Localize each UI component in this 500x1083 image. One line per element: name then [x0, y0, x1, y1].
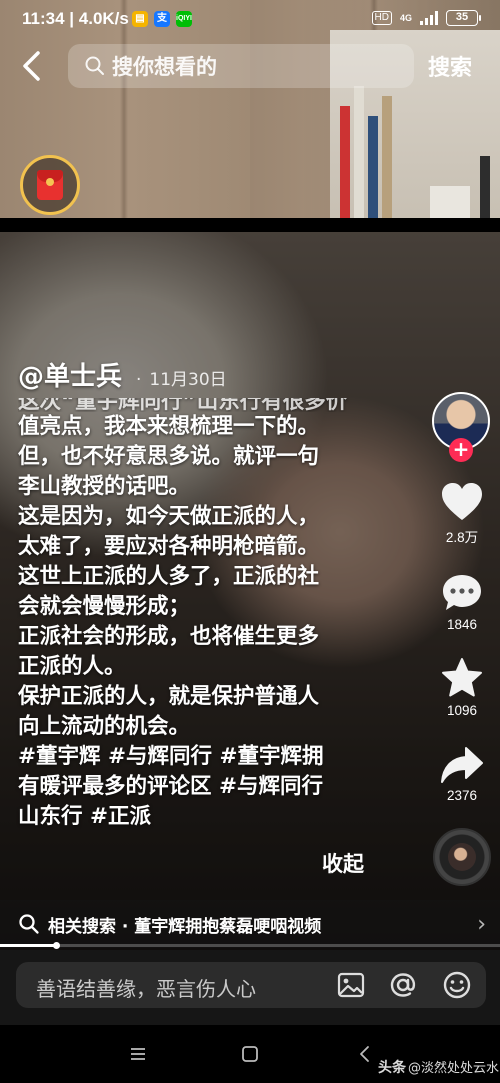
status-bar: 11:34 | 4.0K/s ▤ 支 iQIYI HD 4G 35	[0, 0, 500, 38]
video-caption[interactable]: 这次“董宇辉同行”山东行有很多价 值亮点，我本来想梳理一下的。 但，也不好意思多…	[18, 398, 398, 832]
like-button[interactable]: 2.8万	[432, 482, 492, 546]
related-search-text: 相关搜索 · 董宇辉拥抱蔡磊哽咽视频	[48, 916, 322, 937]
star-icon	[442, 658, 482, 697]
caption-line: 太难了，要应对各种明枪暗箭。	[18, 534, 320, 559]
caption-line: 这次“董宇辉同行”山东行有很多价	[18, 398, 348, 412]
caption-line: 会就会慢慢形成；	[18, 594, 191, 619]
alipay-icon: 支	[154, 11, 170, 27]
caption-hashtags[interactable]: 山东行 #正派	[18, 802, 398, 832]
heart-icon	[442, 483, 482, 520]
mention-icon[interactable]	[388, 970, 418, 1000]
video-progress-bar[interactable]	[0, 942, 500, 949]
follow-button[interactable]: +	[449, 438, 473, 462]
hd-badge: HD	[371, 11, 392, 25]
caption-line: 这世上正派的人多了，正派的社	[18, 564, 320, 589]
video-divider	[0, 218, 500, 226]
status-separator: |	[69, 9, 79, 28]
watermark-brand: 头条	[378, 1060, 406, 1076]
author-row: @单士兵 11月30日	[18, 356, 227, 393]
watermark: 头条@淡然处处云水间L	[378, 1057, 500, 1077]
battery-level: 35	[455, 11, 469, 23]
caption-line: 李山教授的话吧。	[18, 474, 191, 499]
music-cover-image	[448, 843, 476, 871]
like-count: 2.8万	[445, 530, 479, 545]
favorite-count: 1096	[446, 703, 478, 718]
chevron-left-icon	[23, 51, 40, 81]
search-placeholder: 搜你想看的	[112, 55, 217, 79]
caption-line: 正派社会的形成，也将催生更多	[18, 624, 320, 649]
comment-input[interactable]: 善语结善缘，恶言伤人心	[16, 962, 486, 1008]
share-button[interactable]: 2376	[432, 746, 492, 803]
battery-icon: 35	[446, 10, 481, 26]
network-type: 4G	[399, 13, 412, 23]
caption-hashtags[interactable]: 有暖评最多的评论区 #与辉同行	[18, 772, 398, 802]
chevron-right-icon: ›	[477, 912, 486, 937]
comment-button[interactable]: 1846	[432, 573, 492, 632]
comment-icon	[443, 575, 481, 610]
status-right: HD 4G 35	[371, 10, 481, 26]
music-disc-button[interactable]	[433, 828, 491, 886]
comment-bar: 善语结善缘，恶言伤人心	[0, 950, 500, 1025]
notification-icons: ▤ 支 iQIYI	[132, 11, 192, 27]
search-button[interactable]: 搜索	[428, 50, 472, 82]
network-speed: 4.0K/s	[78, 9, 129, 28]
back-button[interactable]	[16, 48, 50, 84]
caption-line: 保护正派的人，就是保护普通人	[18, 684, 320, 709]
search-icon	[19, 914, 39, 934]
collapse-caption-button[interactable]: 收起	[322, 848, 364, 878]
caption-line: 但，也不好意思多说。就评一句	[18, 444, 320, 469]
search-icon	[85, 56, 104, 75]
nav-back-icon[interactable]	[355, 1044, 375, 1064]
caption-line: 这是因为，如今天做正派的人，	[18, 504, 320, 529]
share-count: 2376	[446, 788, 478, 803]
caption-line: 值亮点，我本来想梳理一下的。	[18, 414, 320, 439]
signal-icon	[420, 11, 438, 25]
caption-line: 向上流动的机会。	[18, 714, 191, 739]
red-packet-button[interactable]	[20, 155, 80, 215]
status-time-speed: 11:34 | 4.0K/s	[22, 9, 129, 29]
caption-line: 正派的人。	[18, 654, 126, 679]
caption-hashtags[interactable]: #董宇辉 #与辉同行 #董宇辉拥	[18, 742, 398, 772]
progress-fill	[0, 944, 57, 947]
menu-icon[interactable]	[128, 1044, 148, 1064]
image-icon[interactable]	[336, 970, 366, 1000]
author-name[interactable]: @单士兵	[18, 356, 122, 393]
post-date: 11月30日	[136, 365, 226, 390]
favorite-button[interactable]: 1096	[432, 657, 492, 718]
share-arrow-icon	[441, 747, 483, 783]
comment-count: 1846	[446, 617, 478, 632]
home-icon[interactable]	[240, 1044, 260, 1064]
notes-app-icon: ▤	[132, 11, 148, 27]
emoji-icon[interactable]	[442, 970, 472, 1000]
search-input[interactable]: 搜你想看的	[68, 44, 414, 88]
progress-handle[interactable]	[53, 942, 60, 949]
clock: 11:34	[22, 9, 65, 28]
iqiyi-icon: iQIYI	[176, 11, 192, 27]
red-envelope-icon	[37, 170, 63, 200]
related-search-bar[interactable]: 相关搜索 · 董宇辉拥抱蔡磊哽咽视频 ›	[0, 900, 500, 948]
watermark-handle: @淡然处处云水间L	[408, 1061, 500, 1076]
comment-placeholder: 善语结善缘，恶言伤人心	[36, 977, 256, 1001]
